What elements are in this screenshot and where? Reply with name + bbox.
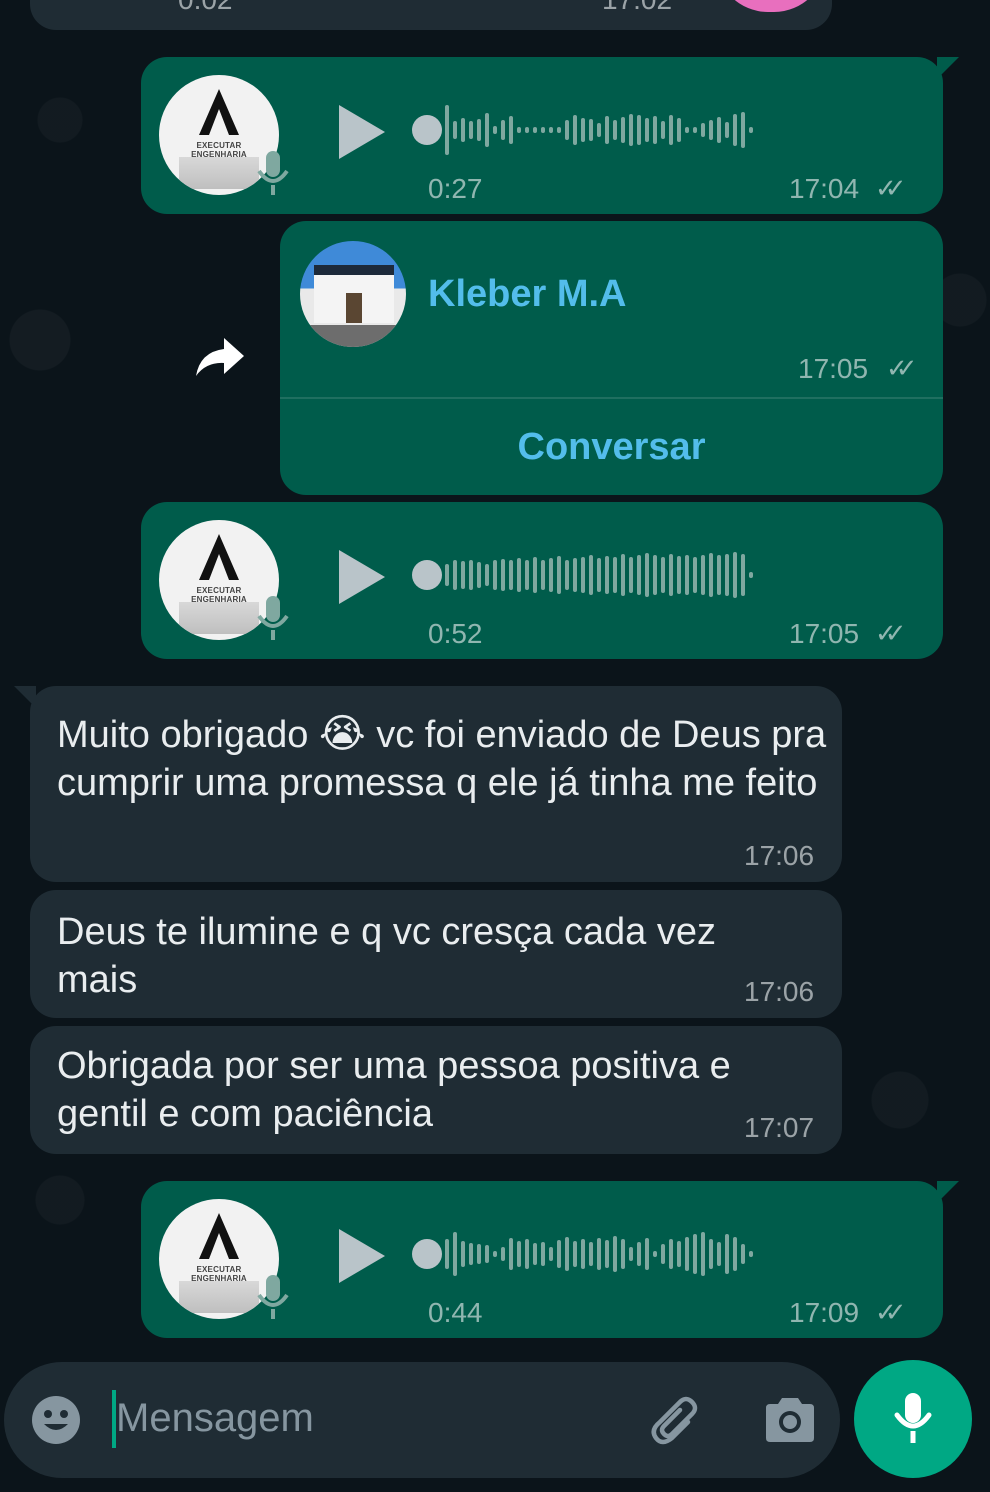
mic-badge-icon [257, 151, 289, 195]
progress-thumb[interactable] [412, 560, 442, 590]
brand-logo-icon [199, 534, 239, 580]
message-time: 17:06 [744, 976, 815, 1007]
message-text: Muito obrigado 😭 vc foi enviado de Deus … [57, 710, 827, 807]
progress-thumb[interactable] [412, 1239, 442, 1269]
waveform[interactable] [445, 100, 905, 160]
voice-duration: 0:44 [428, 1297, 483, 1328]
contact-avatar[interactable] [300, 241, 406, 347]
double-check-icon: ✓✓ [875, 618, 906, 648]
camera-icon[interactable] [762, 1396, 818, 1444]
voice-duration: 0:52 [428, 618, 483, 649]
contact-card[interactable]: Kleber M.A 17:05 ✓✓ Conversar [280, 221, 943, 495]
message-time: 17:05 [798, 353, 869, 384]
message-time: 17:06 [744, 840, 815, 871]
voice-duration: 0:02 [178, 0, 233, 16]
crying-emoji-icon: 😭 [318, 712, 366, 756]
message-time: 17:09 [789, 1297, 860, 1328]
voice-message-partial[interactable]: 0:02 17:02 [30, 0, 832, 30]
message-text: Deus te ilumine e q vc cresça cada vez m… [57, 911, 716, 1001]
attach-icon[interactable] [648, 1392, 704, 1448]
conversar-button[interactable]: Conversar [280, 399, 943, 495]
message-time: 17:04 [789, 173, 860, 204]
emoji-icon[interactable] [30, 1394, 82, 1446]
brand-logo-icon [199, 1213, 239, 1259]
play-icon[interactable] [335, 1225, 389, 1287]
mic-icon [894, 1393, 932, 1443]
message-text-part: Muito obrigado [57, 714, 319, 756]
double-check-icon: ✓✓ [886, 353, 917, 383]
voice-message[interactable]: EXECUTAR ENGENHARIA 0:27 17:04 ✓✓ [141, 57, 959, 214]
forward-icon[interactable] [194, 336, 246, 378]
message-composer: Mensagem [4, 1362, 840, 1478]
incoming-message[interactable]: Deus te ilumine e q vc cresça cada vez m… [30, 890, 842, 1018]
double-check-icon: ✓✓ [875, 1297, 906, 1327]
brand-logo-icon [199, 89, 239, 135]
voice-message[interactable]: EXECUTAR ENGENHARIA 0:52 17:05 ✓✓ [141, 502, 943, 659]
voice-message[interactable]: EXECUTAR ENGENHARIA 0:44 17:09 ✓✓ [141, 1181, 959, 1338]
voice-duration: 0:27 [428, 173, 483, 204]
message-text: Obrigada por ser uma pessoa positiva e g… [57, 1045, 731, 1135]
record-voice-button[interactable] [854, 1360, 972, 1478]
message-time: 17:07 [744, 1112, 815, 1143]
incoming-message[interactable]: Obrigada por ser uma pessoa positiva e g… [30, 1026, 842, 1154]
message-input[interactable]: Mensagem [116, 1396, 314, 1441]
contact-name[interactable]: Kleber M.A [428, 273, 626, 316]
message-time: 17:05 [789, 618, 860, 649]
play-icon[interactable] [335, 546, 389, 608]
mic-badge-icon [257, 596, 289, 640]
mic-badge-icon [257, 1275, 289, 1319]
play-icon[interactable] [335, 101, 389, 163]
waveform[interactable] [445, 1224, 905, 1284]
incoming-message[interactable]: Muito obrigado 😭 vc foi enviado de Deus … [14, 686, 842, 882]
progress-thumb[interactable] [412, 115, 442, 145]
waveform[interactable] [445, 545, 905, 605]
double-check-icon: ✓✓ [875, 173, 906, 203]
avatar [716, 0, 826, 12]
message-time: 17:02 [602, 0, 672, 16]
